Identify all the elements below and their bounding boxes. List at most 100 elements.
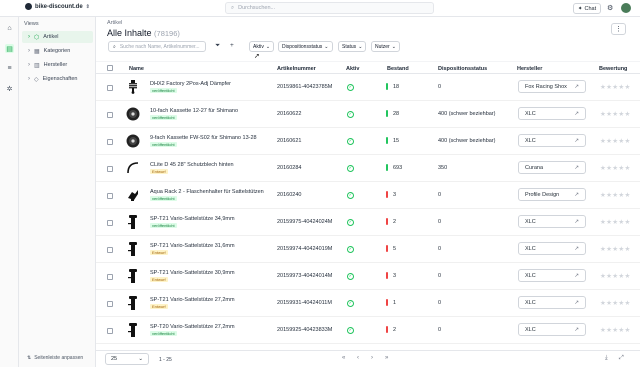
manufacturer-link-button[interactable]: XLC ↗ xyxy=(518,296,586,309)
table-row[interactable]: SP-T21 Vario-Sattelstütze 30,9mm Entwurf 2… xyxy=(96,263,640,290)
chevron-right-icon[interactable]: › xyxy=(28,76,30,82)
rating-stars[interactable]: ★★★★★ xyxy=(600,191,631,199)
more-options-button[interactable]: ⋮ xyxy=(611,23,626,35)
database-icon[interactable]: ≡ xyxy=(5,64,14,73)
manufacturer-link-button[interactable]: XLC ↗ xyxy=(518,269,586,282)
row-checkbox[interactable] xyxy=(107,139,113,145)
product-name[interactable]: SP-T21 Vario-Sattelstütze 30,9mm xyxy=(150,270,235,276)
product-name[interactable]: 9-fach Kassette FW-S02 für Shimano 13-28 xyxy=(150,135,257,141)
table-row[interactable]: SP-T20 Vario-Sattelstütze 27,2mm veröffen… xyxy=(96,317,640,344)
plus-icon[interactable]: + xyxy=(230,42,234,49)
inbox-icon[interactable]: ▤ xyxy=(5,44,14,53)
row-checkbox[interactable] xyxy=(107,328,113,334)
rating-stars[interactable]: ★★★★★ xyxy=(600,299,631,307)
table-search-input[interactable]: ⌕ Suche nach Name, Artikelnummer... xyxy=(108,41,206,52)
rating-stars[interactable]: ★★★★★ xyxy=(600,83,631,91)
shop-switcher[interactable]: bike-discount.de ⇕ xyxy=(25,3,90,10)
table-row[interactable]: CLite D 45 28" Schutzblech hinten Entwurf… xyxy=(96,155,640,182)
home-icon[interactable]: ⌂ xyxy=(5,24,14,33)
manufacturer-label: Fox Racing Shox xyxy=(525,83,567,90)
product-name[interactable]: DHX2 Factory 2Pos-Adj Dämpfer xyxy=(150,81,231,87)
column-header-name[interactable]: Name xyxy=(129,66,144,72)
row-checkbox[interactable] xyxy=(107,220,113,226)
rating-stars[interactable]: ★★★★★ xyxy=(600,110,631,118)
rating-stars[interactable]: ★★★★★ xyxy=(600,272,631,280)
table-row[interactable]: SP-T21 Vario-Sattelstütze 31,6mm Entwurf 2… xyxy=(96,236,640,263)
avatar[interactable] xyxy=(621,3,631,13)
settings-icon[interactable]: ⚙ xyxy=(607,4,613,12)
table-row[interactable]: SP-T21 Vario-Sattelstütze 27,2mm Entwurf 2… xyxy=(96,290,640,317)
sidebar-item-kategorien[interactable]: › ▦ Kategorien xyxy=(22,45,93,57)
product-name[interactable]: SP-T21 Vario-Sattelstütze 27,2mm xyxy=(150,297,235,303)
row-checkbox[interactable] xyxy=(107,193,113,199)
global-search-input[interactable]: ⌕ Durchsuchen... xyxy=(225,2,434,14)
stock-cell: 693 xyxy=(393,165,403,171)
filter-nutzer[interactable]: Nutzer ⌄ xyxy=(371,41,400,52)
previous-page-icon[interactable]: ‹ xyxy=(357,355,359,361)
chevron-right-icon[interactable]: › xyxy=(28,48,30,54)
row-checkbox[interactable] xyxy=(107,85,113,91)
manufacturer-link-button[interactable]: Profile Design ↗ xyxy=(518,188,586,201)
chat-button[interactable]: ✦ Chat xyxy=(573,3,601,14)
manufacturer-link-button[interactable]: XLC ↗ xyxy=(518,242,586,255)
manufacturer-link-button[interactable]: Curana ↗ xyxy=(518,161,586,174)
product-name[interactable]: 10-fach Kassette 12-27 für Shimano xyxy=(150,108,238,114)
table-row[interactable]: 9-fach Kassette FW-S02 für Shimano 13-28… xyxy=(96,128,640,155)
sidebar-item-label: Artikel xyxy=(43,34,59,40)
column-header-active[interactable]: Aktiv xyxy=(346,66,359,72)
next-page-icon[interactable]: › xyxy=(371,355,373,361)
manufacturer-link-button[interactable]: XLC ↗ xyxy=(518,323,586,336)
page-size-select[interactable]: 25 ⌄ xyxy=(105,353,149,365)
stock-level-indicator xyxy=(386,245,388,252)
chevron-right-icon[interactable]: › xyxy=(28,34,30,40)
column-header-rating[interactable]: Bewertung xyxy=(599,66,627,72)
sidebar-item-eigenschaften[interactable]: › ◇ Eigenschaften xyxy=(22,73,93,85)
product-name[interactable]: SP-T21 Vario-Sattelstütze 31,6mm xyxy=(150,243,235,249)
filter-status[interactable]: Status ⌄ xyxy=(338,41,367,52)
stock-cell: 15 xyxy=(393,138,400,144)
filter-icon[interactable]: ⏷ xyxy=(215,42,220,50)
column-header-sku[interactable]: Artikelnummer xyxy=(277,66,316,72)
select-all-checkbox[interactable] xyxy=(107,65,113,71)
sidebar-item-hersteller[interactable]: › ▥ Hersteller xyxy=(22,59,93,71)
column-header-disposition[interactable]: Dispositionsstatus xyxy=(438,66,487,72)
expand-icon[interactable]: ⤢ xyxy=(619,355,624,362)
disposition-cell: 400 (schwer beziehbar) xyxy=(438,138,496,144)
table-row[interactable]: Aqua Rack 2 - Flaschenhalter für Sattels… xyxy=(96,182,640,209)
chevron-right-icon[interactable]: › xyxy=(28,62,30,68)
product-name[interactable]: CLite D 45 28" Schutzblech hinten xyxy=(150,162,234,168)
chevron-down-icon: ⌄ xyxy=(138,356,143,362)
row-checkbox[interactable] xyxy=(107,247,113,253)
product-name[interactable]: Aqua Rack 2 - Flaschenhalter für Sattels… xyxy=(150,189,264,195)
manufacturer-label: XLC xyxy=(525,272,536,279)
rating-stars[interactable]: ★★★★★ xyxy=(600,326,631,334)
row-checkbox[interactable] xyxy=(107,112,113,118)
manufacturer-link-button[interactable]: XLC ↗ xyxy=(518,215,586,228)
product-name[interactable]: SP-T21 Vario-Sattelstütze 34,9mm xyxy=(150,216,235,222)
table-row[interactable]: SP-T21 Vario-Sattelstütze 34,9mm veröffen… xyxy=(96,209,640,236)
download-icon[interactable]: ⤓ xyxy=(605,355,608,362)
table-row[interactable]: DHX2 Factory 2Pos-Adj Dämpfer veröffentli… xyxy=(96,74,640,101)
column-header-manufacturer[interactable]: Hersteller xyxy=(517,66,542,72)
product-name[interactable]: SP-T20 Vario-Sattelstütze 27,2mm xyxy=(150,324,235,330)
manufacturer-link-button[interactable]: Fox Racing Shox ↗ xyxy=(518,80,586,93)
plugin-icon[interactable]: ✲ xyxy=(5,84,14,93)
rating-stars[interactable]: ★★★★★ xyxy=(600,164,631,172)
first-page-icon[interactable]: « xyxy=(342,355,345,361)
column-header-stock[interactable]: Bestand xyxy=(387,66,409,72)
manufacturer-link-button[interactable]: XLC ↗ xyxy=(518,134,586,147)
manufacturer-link-button[interactable]: XLC ↗ xyxy=(518,107,586,120)
filter-dispositionsstatus[interactable]: Dispositionsstatus ⌄ xyxy=(278,41,333,52)
sidebar-item-artikel[interactable]: › ⬡ Artikel xyxy=(22,31,93,43)
customize-sidebar-button[interactable]: ⇅ Seitenleiste anpassen xyxy=(27,355,83,361)
table-row[interactable]: 10-fach Kassette 12-27 für Shimano veröff… xyxy=(96,101,640,128)
breadcrumb[interactable]: Artikel xyxy=(107,20,122,26)
rating-stars[interactable]: ★★★★★ xyxy=(600,218,631,226)
row-checkbox[interactable] xyxy=(107,274,113,280)
row-checkbox[interactable] xyxy=(107,301,113,307)
rating-stars[interactable]: ★★★★★ xyxy=(600,137,631,145)
rating-stars[interactable]: ★★★★★ xyxy=(600,245,631,253)
row-checkbox[interactable] xyxy=(107,166,113,172)
filter-aktiv[interactable]: Aktiv ⌄ xyxy=(249,41,275,52)
last-page-icon[interactable]: » xyxy=(385,355,388,361)
